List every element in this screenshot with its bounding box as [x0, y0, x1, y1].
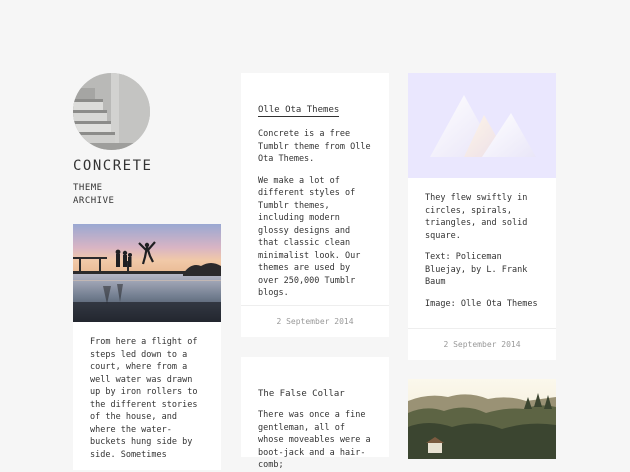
site-title[interactable]: CONCRETE	[73, 158, 221, 174]
image-credit: Image: Olle Ota Themes	[425, 298, 538, 309]
avatar[interactable]	[73, 73, 150, 150]
sidebar-link-theme[interactable]: THEME	[73, 182, 221, 195]
post-paragraph: There was once a fine gentleman, all of …	[258, 410, 371, 470]
post-photo-forest[interactable]	[408, 379, 556, 459]
sidebar-link-archive[interactable]: ARCHIVE	[73, 195, 221, 208]
avatar-stairs-image	[73, 73, 150, 150]
quote-post-card: They flew swiftly in circles, spirals, t…	[408, 73, 556, 360]
post-title[interactable]: The False Collar	[258, 389, 345, 399]
post-photo-triangles[interactable]	[408, 73, 556, 178]
post-date-link[interactable]: 2 September 2014	[241, 305, 389, 337]
quote-source: Text: Policeman Bluejay, by L. Frank Bau…	[425, 252, 528, 287]
post-paragraph: Concrete is a free Tumblr theme from Oll…	[258, 129, 371, 164]
text-post-card: The False Collar There was once a fine g…	[241, 357, 389, 470]
post-title-link[interactable]: Olle Ota Themes	[258, 105, 340, 117]
sidebar-links: THEME ARCHIVE	[73, 182, 221, 208]
quote-text: They flew swiftly in circles, spirals, t…	[425, 193, 528, 241]
sidebar: CONCRETE THEME ARCHIVE	[73, 73, 221, 208]
post-caption: From here a flight of steps led down to …	[90, 337, 198, 460]
text-post-card: Olle Ota Themes Concrete is a free Tumbl…	[241, 73, 389, 337]
post-photo-sunset[interactable]	[73, 224, 221, 322]
post-date-link[interactable]: 2 September 2014	[408, 328, 556, 360]
photo-post-card: From here a flight of steps led down to …	[73, 224, 221, 470]
post-paragraph: We make a lot of different styles of Tum…	[258, 175, 361, 299]
photo-post-card	[408, 379, 556, 459]
